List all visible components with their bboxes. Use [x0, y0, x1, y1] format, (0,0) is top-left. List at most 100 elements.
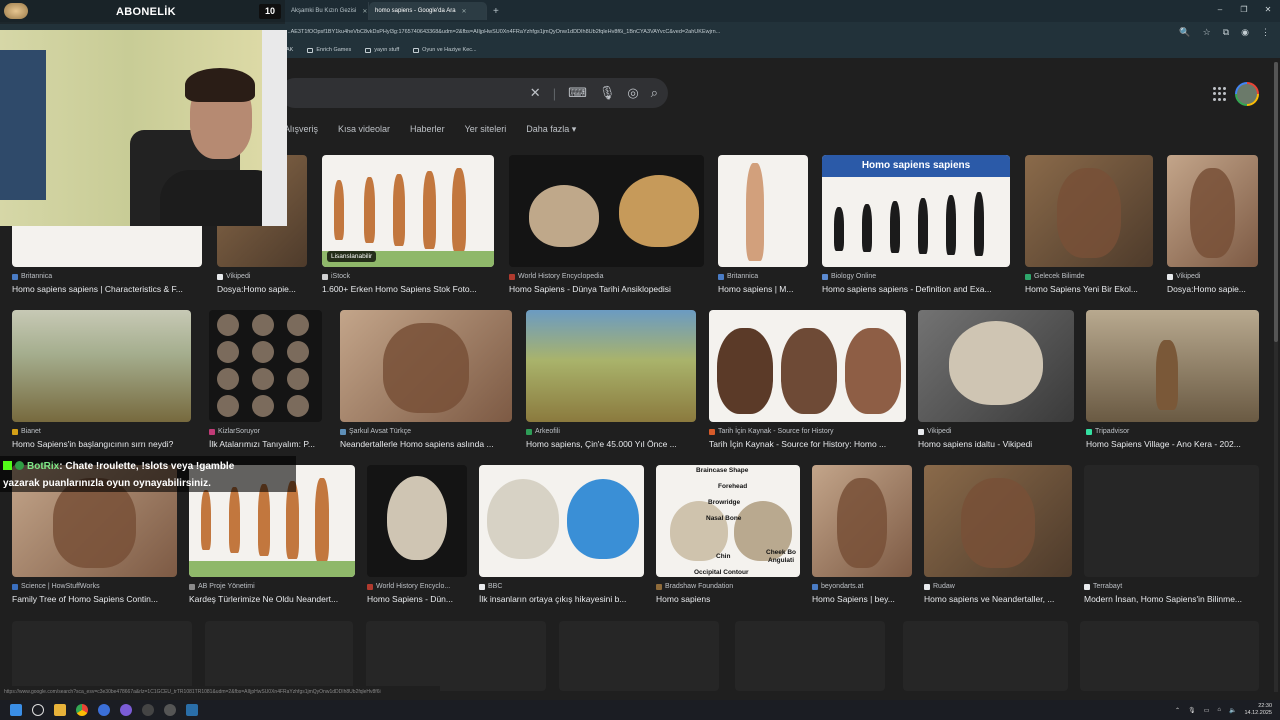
image-result-card[interactable]: Vikipedi Dosya:Homo sapie... [1167, 155, 1258, 307]
result-title[interactable]: Homo Sapiens Village - Ano Kera - 202... [1086, 439, 1273, 449]
result-thumbnail[interactable] [526, 310, 696, 422]
result-title[interactable]: Homo sapiens ve Neandertaller, ... [924, 594, 1086, 604]
image-result-card[interactable]: Lisanslanabilir iStock 1.600+ Erken Homo S… [322, 155, 494, 307]
result-thumbnail[interactable] [509, 155, 704, 267]
result-thumbnail[interactable] [918, 310, 1074, 422]
result-thumbnail[interactable] [12, 310, 191, 422]
obs-icon[interactable] [142, 704, 154, 716]
url-text[interactable]: ...AE3T1fOOpsf1BY1ku4heVbC8vkDsPHyl3g:17… [286, 29, 1136, 35]
apps-grid-icon[interactable] [1213, 87, 1227, 101]
result-thumbnail[interactable] [924, 465, 1072, 577]
chrome-icon[interactable] [76, 704, 88, 716]
result-thumbnail[interactable]: Braincase Shape Forehead Browridge Nasal Bo… [656, 465, 800, 577]
zoom-icon[interactable]: 🔍 [1179, 27, 1190, 38]
lens-icon[interactable]: ◎ [627, 85, 638, 101]
image-result-card[interactable]: World History Encyclopedia Homo Sapiens -… [509, 155, 704, 307]
result-thumbnail[interactable] [718, 155, 808, 267]
image-result-card[interactable]: Şarkul Avsat Türkçe Neandertallerle Homo … [340, 310, 512, 462]
close-icon[interactable]: ✕ [362, 8, 367, 15]
result-title[interactable]: İlk Atalarımızı Tanıyalım: P... [209, 439, 336, 449]
image-result-card[interactable]: BBC İlk insanların ortaya çıkış hikayesin… [479, 465, 644, 617]
result-title[interactable]: Tarih İçin Kaynak - Source for History: … [709, 439, 920, 449]
bookmark-item[interactable]: Enrich Games [307, 47, 351, 53]
menu-icon[interactable]: ⋮ [1261, 27, 1270, 38]
star-icon[interactable]: ☆ [1203, 27, 1211, 38]
image-result-card[interactable]: beyondarts.at Homo Sapiens | bey... [812, 465, 912, 617]
app-icon[interactable] [98, 704, 110, 716]
filter-more[interactable]: Daha fazla ▾ [526, 124, 576, 135]
image-result-card[interactable]: KizlarSoruyor İlk Atalarımızı Tanıyalım: … [209, 310, 322, 462]
image-result-card[interactable]: Homo sapiens sapiens Biology Online Homo s… [822, 155, 1010, 307]
result-thumbnail[interactable]: Homo sapiens sapiens [822, 155, 1010, 267]
mic-icon[interactable]: 🎙 [599, 85, 616, 101]
result-title[interactable]: 1.600+ Erken Homo Sapiens Stok Foto... [322, 284, 508, 294]
result-title[interactable]: Homo sapiens sapiens - Definition and Ex… [822, 284, 1024, 294]
close-window-button[interactable]: ✕ [1256, 0, 1280, 22]
discord-icon[interactable] [120, 704, 132, 716]
result-title[interactable]: Homo sapiens | M... [718, 284, 822, 294]
image-result-card[interactable]: Bianet Homo Sapiens'in başlangıcının sırr… [12, 310, 191, 462]
file-explorer-icon[interactable] [54, 704, 66, 716]
result-thumbnail[interactable] [340, 310, 512, 422]
image-result-card[interactable]: World History Encyclo... Homo Sapiens - D… [367, 465, 467, 617]
image-result-card[interactable]: Britannica Homo sapiens | M... [718, 155, 808, 307]
result-thumbnail[interactable] [1025, 155, 1153, 267]
result-title[interactable]: Homo Sapiens - Dünya Tarihi Ansiklopedis… [509, 284, 718, 294]
result-title[interactable]: Dosya:Homo sapie... [217, 284, 321, 294]
monitor-icon[interactable]: ▭ [1204, 707, 1210, 714]
result-title[interactable]: Family Tree of Homo Sapiens Contin... [12, 594, 191, 604]
result-title[interactable]: Homo sapiens idaltu - Vikipedi [918, 439, 1088, 449]
result-title[interactable]: Homo sapiens [656, 594, 814, 604]
avatar[interactable] [1235, 82, 1259, 106]
chevron-up-icon[interactable]: ⌃ [1175, 707, 1180, 714]
result-thumbnail[interactable]: Lisanslanabilir [322, 155, 494, 267]
result-thumbnail[interactable] [367, 465, 467, 577]
close-icon[interactable]: ✕ [462, 8, 467, 15]
tab-google-search[interactable]: homo sapiens - Google'da Ara ✕ [369, 2, 487, 20]
result-title[interactable]: Modern İnsan, Homo Sapiens'in Bilinme... [1084, 594, 1273, 604]
windows-start-icon[interactable] [10, 704, 22, 716]
new-tab-button[interactable]: + [487, 2, 505, 20]
result-title[interactable]: Homo Sapiens Yeni Bir Ekol... [1025, 284, 1167, 294]
keyboard-icon[interactable]: ⌨ [568, 85, 587, 101]
result-title[interactable]: Dosya:Homo sapie... [1167, 284, 1272, 294]
result-title[interactable]: Homo Sapiens | bey... [812, 594, 926, 604]
image-result-card[interactable]: Gelecek Bilimde Homo Sapiens Yeni Bir Eko… [1025, 155, 1153, 307]
network-icon[interactable]: ⌂ [1217, 707, 1221, 713]
image-result-card[interactable]: Tripadvisor Homo Sapiens Village - Ano Ke… [1086, 310, 1259, 462]
extensions-icon[interactable]: ⧉ [1223, 27, 1229, 38]
search-icon[interactable] [32, 704, 44, 716]
image-result-card[interactable]: Braincase Shape Forehead Browridge Nasal Bo… [656, 465, 800, 617]
bookmark-item[interactable]: yayın stuff [365, 47, 399, 53]
filter-shopping[interactable]: Alışveriş [284, 124, 318, 135]
tab-akşamki[interactable]: Akşamki Bu Kızın Gezisi ✕ [285, 2, 369, 20]
clock[interactable]: 22:30 14.12.2025 [1244, 703, 1272, 717]
filter-places[interactable]: Yer siteleri [465, 124, 507, 135]
result-title[interactable]: Homo sapiens, Çin'e 45.000 Yıl Önce ... [526, 439, 710, 449]
result-thumbnail[interactable] [709, 310, 906, 422]
result-title[interactable]: Neandertallerle Homo sapiens aslında ... [340, 439, 526, 449]
search-icon[interactable]: ⌕ [651, 85, 658, 101]
profile-icon[interactable]: ◉ [1241, 27, 1249, 38]
minimize-button[interactable]: – [1208, 0, 1232, 22]
clear-icon[interactable]: ✕ [530, 85, 541, 101]
result-thumbnail[interactable] [209, 310, 322, 422]
result-title[interactable]: İlk insanların ortaya çıkış hikayesini b… [479, 594, 658, 604]
result-title[interactable]: Homo Sapiens'in başlangıcının sırrı neyd… [12, 439, 205, 449]
search-input[interactable]: ✕ | ⌨ 🎙 ◎ ⌕ [280, 78, 668, 108]
result-thumbnail[interactable] [479, 465, 644, 577]
image-result-card[interactable]: Arkeofili Homo sapiens, Çin'e 45.000 Yıl … [526, 310, 696, 462]
steam-icon[interactable] [186, 704, 198, 716]
result-thumbnail[interactable] [812, 465, 912, 577]
volume-icon[interactable]: 🔈 [1229, 707, 1236, 714]
filter-short-videos[interactable]: Kısa videolar [338, 124, 390, 135]
result-title[interactable]: Kardeş Türlerimize Ne Oldu Neandert... [189, 594, 369, 604]
app-icon[interactable] [164, 704, 176, 716]
bookmark-item[interactable]: AK [286, 47, 293, 53]
mic-icon[interactable]: 🎙 [1188, 707, 1196, 714]
bookmark-item[interactable]: Oyun ve Haziye Kec... [413, 47, 477, 53]
scrollbar[interactable] [1274, 62, 1278, 692]
maximize-button[interactable]: ❐ [1232, 0, 1256, 22]
image-result-card[interactable]: Vikipedi Homo sapiens idaltu - Vikipedi [918, 310, 1074, 462]
result-thumbnail[interactable] [1086, 310, 1259, 422]
